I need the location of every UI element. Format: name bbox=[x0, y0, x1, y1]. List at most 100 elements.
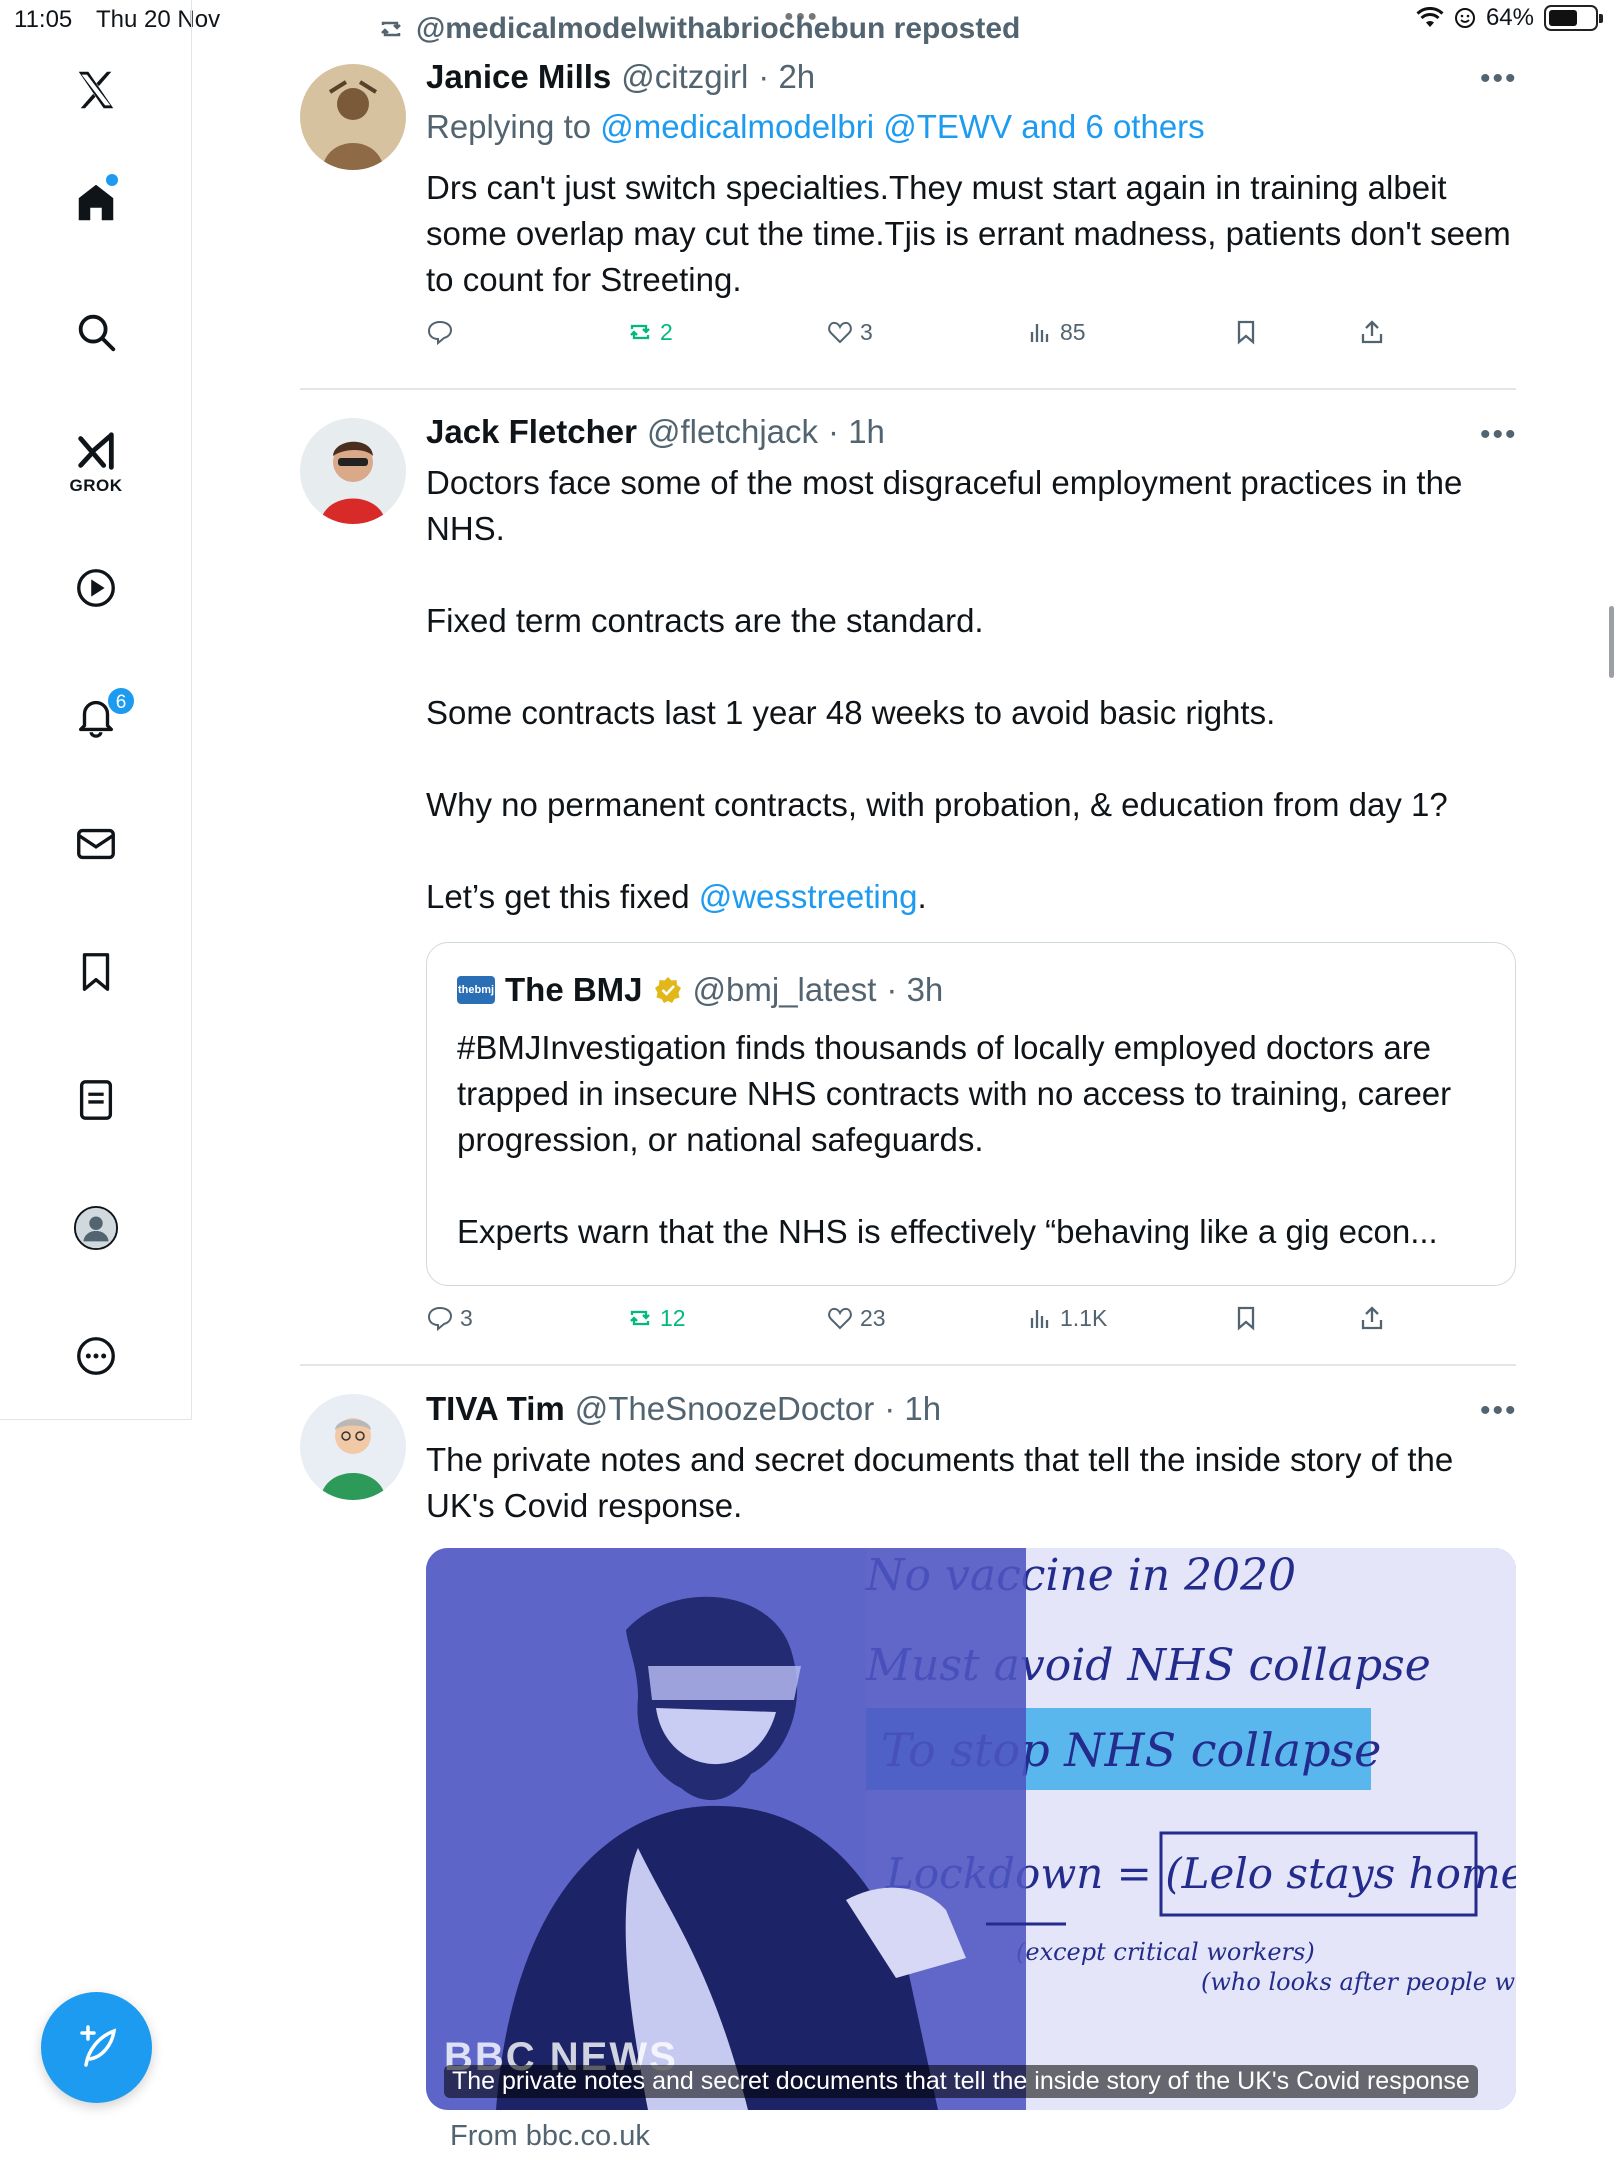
quote-author-name: The BMJ bbox=[505, 971, 643, 1008]
bookmark-button[interactable] bbox=[1232, 1304, 1260, 1332]
tweet-divider bbox=[300, 388, 1516, 390]
quoted-tweet[interactable]: thebmj The BMJ @bmj_latest · 3h #BMJInve… bbox=[426, 942, 1516, 1286]
home-icon[interactable] bbox=[56, 162, 136, 242]
views-button[interactable]: 85 bbox=[1026, 318, 1086, 346]
quote-post-time: · 3h bbox=[886, 971, 944, 1008]
heart-icon bbox=[828, 321, 852, 344]
tweet-paragraph: Some contracts last 1 year 48 weeks to a… bbox=[426, 694, 1276, 731]
heart-icon bbox=[828, 1307, 852, 1330]
compose-post-button[interactable] bbox=[41, 1992, 152, 2103]
sidebar: GROK 6 bbox=[0, 0, 192, 1420]
tweet-paragraph: Doctors face some of the most disgracefu… bbox=[426, 464, 1463, 547]
bookmarks-icon[interactable] bbox=[56, 932, 136, 1012]
views-button[interactable]: 1.1K bbox=[1026, 1304, 1107, 1332]
repost-button[interactable]: 12 bbox=[626, 1304, 686, 1332]
tweet-divider bbox=[300, 1364, 1516, 1366]
quote-paragraph: Experts warn that the NHS is effectively… bbox=[457, 1213, 1438, 1250]
post-time[interactable]: · 1h bbox=[884, 1390, 941, 1428]
avatar[interactable] bbox=[300, 418, 406, 524]
bookmark-button[interactable] bbox=[1232, 318, 1260, 346]
repost-count: 12 bbox=[660, 1304, 686, 1331]
tweet-actions: 2 3 85 bbox=[426, 318, 1426, 358]
quote-paragraph: #BMJInvestigation finds thousands of loc… bbox=[457, 1029, 1452, 1158]
author-handle[interactable]: @fletchjack bbox=[647, 413, 818, 451]
focus-mode-icon bbox=[1454, 8, 1475, 28]
author-handle[interactable]: @TheSnoozeDoctor bbox=[575, 1390, 874, 1428]
handwriting-line: (except critical workers) bbox=[1016, 1938, 1315, 1966]
link-card-image[interactable]: No vaccine in 2020 Must avoid NHS collap… bbox=[426, 1548, 1516, 2110]
handwriting-line: (who looks after people who can't surviv… bbox=[1201, 1968, 1516, 1996]
tweet-header: TIVA Tim @TheSnoozeDoctor · 1h bbox=[426, 1390, 941, 1428]
mention-link[interactable]: @wesstreeting bbox=[699, 878, 918, 915]
tweet-paragraph-last: Let’s get this fixed @wesstreeting. bbox=[426, 874, 1516, 920]
share-button[interactable] bbox=[1358, 318, 1386, 346]
author-name[interactable]: Jack Fletcher bbox=[426, 413, 637, 451]
avatar-image bbox=[300, 1394, 406, 1500]
link-card-caption: The private notes and secret documents t… bbox=[444, 2065, 1478, 2098]
more-options-icon[interactable]: ••• bbox=[1480, 418, 1518, 452]
repost-text[interactable]: @medicalmodelwithabriochebun reposted bbox=[416, 12, 1020, 46]
wifi-icon bbox=[1416, 7, 1444, 27]
repost-icon bbox=[630, 1310, 650, 1326]
lists-glyph bbox=[79, 1080, 113, 1120]
envelope-glyph bbox=[77, 828, 115, 860]
like-button[interactable]: 3 bbox=[826, 318, 873, 346]
post-time[interactable]: · 1h bbox=[828, 413, 885, 451]
reply-button[interactable] bbox=[426, 318, 460, 346]
views-icon bbox=[1030, 324, 1049, 342]
more-options-icon[interactable]: ••• bbox=[1480, 62, 1518, 96]
tweet-paragraph: Why no permanent contracts, with probati… bbox=[426, 786, 1448, 823]
tweet-text: Drs can't just switch specialties.They m… bbox=[426, 165, 1516, 303]
bookmark-glyph bbox=[82, 953, 110, 991]
post-time[interactable]: · 2h bbox=[758, 58, 815, 96]
tweet-body: Drs can't just switch specialties.They m… bbox=[426, 169, 1511, 298]
compose-feather-icon bbox=[79, 2024, 116, 2067]
share-button[interactable] bbox=[1358, 1304, 1386, 1332]
profile-avatar-icon[interactable] bbox=[56, 1188, 136, 1268]
more-options-icon[interactable]: ••• bbox=[1480, 1394, 1518, 1428]
tweet-header: Janice Mills @citzgirl · 2h bbox=[426, 58, 815, 96]
reply-icon bbox=[427, 1306, 453, 1332]
x-logo-icon[interactable] bbox=[56, 50, 136, 130]
tweet-actions: 3 12 23 1.1K bbox=[426, 1304, 1426, 1344]
avatar[interactable] bbox=[300, 64, 406, 170]
quote-header: thebmj The BMJ @bmj_latest · 3h bbox=[457, 971, 943, 1009]
verified-gold-badge-icon bbox=[654, 977, 681, 1003]
like-button[interactable]: 23 bbox=[826, 1304, 886, 1332]
reply-prefix: Replying to bbox=[426, 108, 592, 145]
tweet-body: The private notes and secret documents t… bbox=[426, 1441, 1454, 1524]
like-count: 23 bbox=[860, 1304, 886, 1331]
reply-to-line: Replying to @medicalmodelbri @TEWV and 6… bbox=[426, 108, 1205, 146]
video-play-icon[interactable] bbox=[56, 548, 136, 628]
views-icon bbox=[1030, 1310, 1049, 1328]
avatar[interactable] bbox=[300, 1394, 406, 1500]
search-icon[interactable] bbox=[56, 292, 136, 372]
more-circle-glyph bbox=[77, 1337, 115, 1375]
bookmark-icon bbox=[1237, 1306, 1255, 1331]
search-glyph bbox=[78, 314, 116, 352]
scrollbar[interactable] bbox=[1609, 606, 1614, 678]
quote-text: #BMJInvestigation finds thousands of loc… bbox=[457, 1025, 1497, 1301]
status-indicators: 64% bbox=[1416, 4, 1603, 32]
views-count: 85 bbox=[1060, 318, 1086, 345]
home-unread-dot bbox=[106, 174, 118, 186]
battery-icon bbox=[1544, 5, 1603, 31]
lists-icon[interactable] bbox=[56, 1060, 136, 1140]
reply-button[interactable]: 3 bbox=[426, 1304, 473, 1332]
repost-button[interactable]: 2 bbox=[626, 318, 673, 346]
reply-to-mentions[interactable]: @medicalmodelbri @TEWV and 6 others bbox=[600, 108, 1204, 145]
share-icon bbox=[1361, 320, 1383, 344]
messages-envelope-icon[interactable] bbox=[56, 804, 136, 884]
link-source[interactable]: From bbc.co.uk bbox=[450, 2120, 650, 2153]
author-name[interactable]: Janice Mills bbox=[426, 58, 611, 96]
repost-indicator: @medicalmodelwithabriochebun reposted bbox=[376, 12, 1020, 46]
tweet-paragraph: Fixed term contracts are the standard. bbox=[426, 602, 984, 639]
author-name[interactable]: TIVA Tim bbox=[426, 1390, 565, 1428]
profile-glyph bbox=[73, 1205, 119, 1251]
avatar-image bbox=[300, 418, 406, 524]
last-line-text: Let’s get this fixed bbox=[426, 878, 699, 915]
tweet-header: Jack Fletcher @fletchjack · 1h bbox=[426, 413, 885, 451]
author-handle[interactable]: @citzgirl bbox=[621, 58, 748, 96]
reply-icon bbox=[427, 320, 453, 346]
more-options-icon[interactable] bbox=[56, 1316, 136, 1396]
